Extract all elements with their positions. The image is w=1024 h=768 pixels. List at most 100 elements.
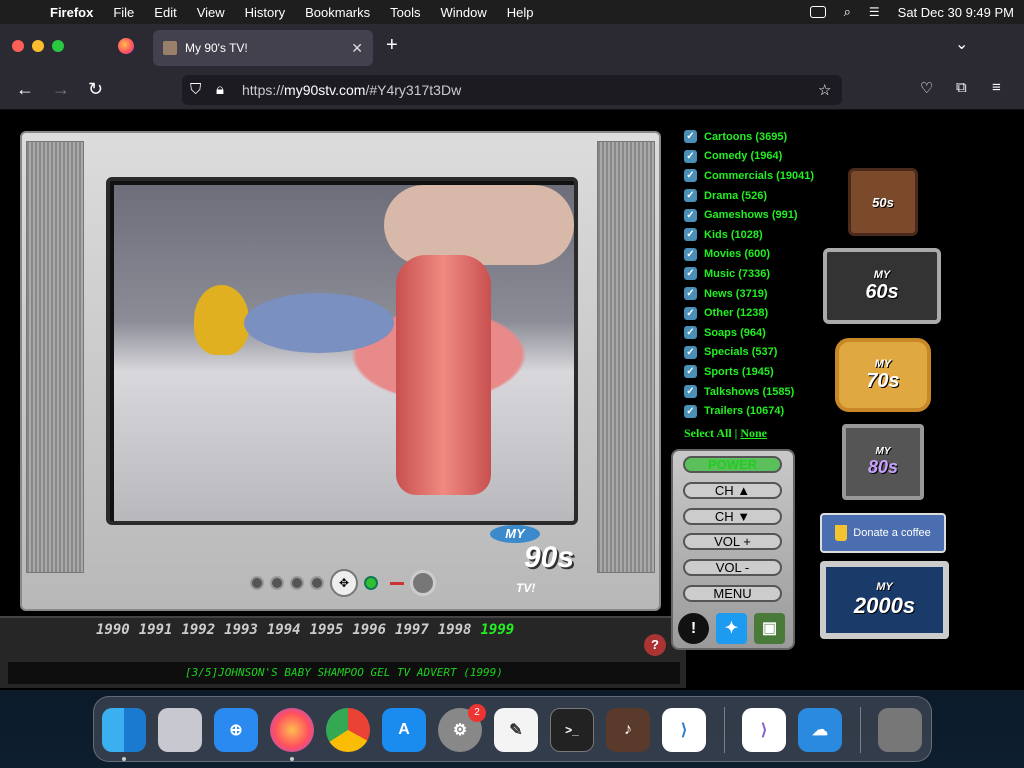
checkbox-checked-icon[interactable]: ✓ bbox=[684, 130, 697, 144]
category-drama[interactable]: ✓ Drama (526) bbox=[684, 186, 824, 206]
finder-icon[interactable] bbox=[102, 708, 146, 752]
year-1995[interactable]: 1995 bbox=[310, 622, 344, 638]
menu-history[interactable]: History bbox=[235, 5, 295, 20]
tv-menu-button[interactable] bbox=[250, 576, 264, 590]
menu-button[interactable]: MENU bbox=[683, 585, 782, 602]
firefox-icon[interactable] bbox=[270, 708, 314, 752]
category-music[interactable]: ✓ Music (7336) bbox=[684, 264, 824, 284]
video-player[interactable] bbox=[114, 185, 574, 521]
weather-icon[interactable]: ☁ bbox=[798, 708, 842, 752]
year-1998[interactable]: 1998 bbox=[438, 622, 472, 638]
spotlight-search-icon[interactable]: ⌕ bbox=[844, 4, 851, 20]
menu-window[interactable]: Window bbox=[431, 5, 497, 20]
garageband-icon[interactable]: ♪ bbox=[606, 708, 650, 752]
year-1990[interactable]: 1990 bbox=[96, 622, 130, 638]
volume-up-button[interactable]: VOL + bbox=[683, 533, 782, 550]
vscode-icon[interactable]: ⟩ bbox=[662, 708, 706, 752]
decade-60s-tv[interactable]: MY 60s bbox=[823, 248, 941, 324]
tv-dpad-icon[interactable]: ✥ bbox=[330, 569, 358, 597]
tv-vol-up-button[interactable] bbox=[290, 576, 304, 590]
category-cartoons[interactable]: ✓ Cartoons (3695) bbox=[684, 127, 824, 147]
decade-50s-tv[interactable]: 50s bbox=[848, 168, 918, 236]
year-1992[interactable]: 1992 bbox=[181, 622, 215, 638]
tv-vol-down-button[interactable] bbox=[270, 576, 284, 590]
donate-coffee-button[interactable]: Donate a coffee bbox=[820, 513, 946, 553]
select-none-link[interactable]: None bbox=[740, 426, 767, 440]
category-news[interactable]: ✓ News (3719) bbox=[684, 284, 824, 304]
visual-studio-icon[interactable]: ⟩ bbox=[742, 708, 786, 752]
menu-tools[interactable]: Tools bbox=[380, 5, 430, 20]
pocket-icon[interactable]: ♡ bbox=[920, 79, 933, 97]
firefox-view-icon[interactable] bbox=[118, 38, 134, 54]
year-1999[interactable]: 1999 bbox=[480, 622, 514, 638]
year-1997[interactable]: 1997 bbox=[395, 622, 429, 638]
minimize-window-button[interactable] bbox=[32, 40, 44, 52]
back-arrow-icon[interactable]: ← bbox=[16, 79, 34, 100]
tv-ch-button[interactable] bbox=[310, 576, 324, 590]
safari-icon[interactable]: ⊕ bbox=[214, 708, 258, 752]
zoom-window-button[interactable] bbox=[52, 40, 64, 52]
checkbox-checked-icon[interactable]: ✓ bbox=[684, 404, 697, 418]
menu-help[interactable]: Help bbox=[497, 5, 544, 20]
decade-70s-tv[interactable]: MY 70s bbox=[835, 338, 931, 412]
trash-icon[interactable] bbox=[878, 708, 922, 752]
year-1991[interactable]: 1991 bbox=[139, 622, 173, 638]
close-tab-icon[interactable]: ✕ bbox=[351, 40, 363, 57]
decade-80s-tv[interactable]: MY 80s bbox=[842, 424, 924, 500]
url-bar[interactable]: ⛉ 🔒︎ https://my90stv.com/#Y4ry317t3Dw ☆ bbox=[182, 75, 842, 105]
checkbox-checked-icon[interactable]: ✓ bbox=[684, 365, 697, 379]
channel-down-button[interactable]: CH ▼ bbox=[683, 508, 782, 525]
category-commercials[interactable]: ✓ Commercials (19041) bbox=[684, 166, 824, 186]
year-1993[interactable]: 1993 bbox=[224, 622, 258, 638]
channel-up-button[interactable]: CH ▲ bbox=[683, 482, 782, 499]
chrome-icon[interactable] bbox=[326, 708, 370, 752]
launchpad-icon[interactable] bbox=[158, 708, 202, 752]
year-1994[interactable]: 1994 bbox=[267, 622, 301, 638]
category-specials[interactable]: ✓ Specials (537) bbox=[684, 343, 824, 363]
tv-power-knob[interactable] bbox=[410, 570, 436, 596]
category-soaps[interactable]: ✓ Soaps (964) bbox=[684, 323, 824, 343]
app-menu-icon[interactable]: ≡ bbox=[992, 79, 1001, 96]
control-center-icon[interactable]: ☰ bbox=[869, 5, 880, 19]
category-comedy[interactable]: ✓ Comedy (1964) bbox=[684, 147, 824, 167]
category-movies[interactable]: ✓ Movies (600) bbox=[684, 245, 824, 265]
menu-edit[interactable]: Edit bbox=[144, 5, 186, 20]
screen-mirroring-icon[interactable] bbox=[809, 6, 826, 18]
list-tabs-chevron-icon[interactable]: ⌄ bbox=[955, 34, 968, 54]
checkbox-checked-icon[interactable]: ✓ bbox=[684, 385, 697, 399]
checkbox-checked-icon[interactable]: ✓ bbox=[684, 169, 697, 183]
menu-view[interactable]: View bbox=[187, 5, 235, 20]
menu-file[interactable]: File bbox=[103, 5, 144, 20]
lock-icon[interactable]: 🔒︎ bbox=[216, 81, 224, 98]
category-sports[interactable]: ✓ Sports (1945) bbox=[684, 362, 824, 382]
app-store-icon[interactable]: A bbox=[382, 708, 426, 752]
checkbox-checked-icon[interactable]: ✓ bbox=[684, 149, 697, 163]
checkbox-checked-icon[interactable]: ✓ bbox=[684, 189, 697, 203]
checkbox-checked-icon[interactable]: ✓ bbox=[684, 228, 697, 242]
extensions-icon[interactable]: ⧉ bbox=[956, 79, 967, 96]
new-tab-icon[interactable]: + bbox=[386, 34, 398, 57]
menu-app-firefox[interactable]: Firefox bbox=[40, 5, 103, 20]
category-other[interactable]: ✓ Other (1238) bbox=[684, 303, 824, 323]
checkbox-checked-icon[interactable]: ✓ bbox=[684, 208, 697, 222]
bookmark-star-icon[interactable]: ☆ bbox=[818, 81, 831, 99]
textedit-icon[interactable]: ✎ bbox=[494, 708, 538, 752]
category-talkshows[interactable]: ✓ Talkshows (1585) bbox=[684, 382, 824, 402]
volume-down-button[interactable]: VOL - bbox=[683, 559, 782, 576]
checkbox-checked-icon[interactable]: ✓ bbox=[684, 267, 697, 281]
tracking-shield-icon[interactable]: ⛉ bbox=[190, 81, 201, 98]
category-kids[interactable]: ✓ Kids (1028) bbox=[684, 225, 824, 245]
tab-my90stv[interactable]: My 90's TV! ✕ bbox=[153, 30, 373, 66]
alert-icon[interactable]: ! bbox=[678, 613, 709, 644]
decade-2000s-tv[interactable]: MY 2000s bbox=[820, 561, 949, 639]
checkbox-checked-icon[interactable]: ✓ bbox=[684, 326, 697, 340]
help-icon[interactable]: ? bbox=[644, 634, 666, 656]
forward-arrow-icon[interactable]: → bbox=[52, 79, 70, 100]
power-button[interactable]: POWER bbox=[683, 456, 782, 473]
category-trailers[interactable]: ✓ Trailers (10674) bbox=[684, 401, 824, 421]
menubar-clock[interactable]: Sat Dec 30 9:49 PM bbox=[898, 5, 1014, 20]
select-all-link[interactable]: Select All bbox=[684, 426, 732, 440]
tv-screen[interactable] bbox=[106, 177, 578, 525]
cube-icon[interactable]: ▣ bbox=[754, 613, 785, 644]
reload-icon[interactable]: ↻ bbox=[88, 79, 103, 100]
